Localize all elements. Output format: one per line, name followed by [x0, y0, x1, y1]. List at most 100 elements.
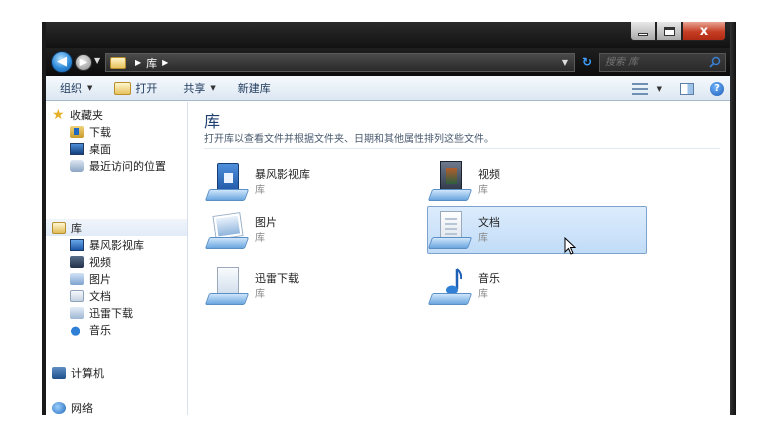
caret-down-icon: ▼	[87, 84, 93, 92]
search-input[interactable]	[600, 54, 700, 71]
new-library-button[interactable]: 新建库	[224, 76, 279, 101]
back-button[interactable]: ◀	[51, 51, 73, 73]
caret-down-icon: ▼	[656, 84, 662, 93]
library-type: 库	[478, 289, 488, 300]
help-icon[interactable]: ?	[710, 81, 724, 96]
sidebar-item-baofeng[interactable]: 暴风影视库	[46, 236, 187, 253]
library-folder-icon	[110, 56, 126, 69]
sidebar-item-label: 收藏夹	[70, 108, 103, 122]
breadcrumb-separator-icon[interactable]: ▶	[135, 58, 141, 67]
title-bar[interactable]: x	[46, 22, 730, 48]
sidebar-item-favorites[interactable]: ★ 收藏夹	[46, 106, 187, 123]
recent-pages-dropdown[interactable]: ▼	[94, 56, 100, 65]
close-icon: x	[699, 23, 709, 39]
library-tile-videos[interactable]: 视频 库	[427, 158, 647, 206]
page-title: 库	[204, 112, 221, 131]
maximize-icon	[663, 26, 675, 36]
video-library-icon	[70, 255, 84, 268]
library-type: 库	[478, 185, 488, 196]
forward-button[interactable]: ▶	[75, 54, 92, 71]
sidebar-item-music[interactable]: 音乐	[46, 321, 187, 338]
minimize-button[interactable]	[630, 22, 656, 41]
sidebar-item-label: 最近访问的位置	[89, 159, 166, 173]
library-name: 视频	[478, 168, 500, 181]
breadcrumb-libraries[interactable]: 库	[146, 55, 157, 71]
library-name: 音乐	[478, 272, 500, 285]
open-button[interactable]: 打开	[100, 76, 165, 101]
library-type: 库	[255, 233, 265, 244]
command-bar: 组织 ▼ 打开 共享 ▼ 新建库 ▼ ?	[46, 76, 730, 101]
library-type: 库	[255, 289, 265, 300]
library-tile-xunlei[interactable]: 迅雷下载 库	[204, 262, 424, 310]
sidebar-item-libraries[interactable]: 库	[46, 219, 187, 236]
organize-label: 组织	[60, 82, 82, 95]
sidebar-item-label: 音乐	[89, 323, 111, 337]
navigation-bar: ◀ ▶ ▼ ▶ 库 ▶ ▼ ↻	[46, 48, 730, 76]
pictures-library-icon	[204, 209, 251, 251]
explorer-window: x ◀ ▶ ▼ ▶ 库 ▶ ▼ ↻ 组织 ▼ 打开	[46, 22, 730, 415]
music-library-icon	[427, 265, 474, 307]
pictures-library-icon	[70, 272, 84, 285]
toolbar-right-group: ▼ ?	[628, 76, 730, 101]
mouse-cursor-icon	[564, 237, 577, 255]
library-type: 库	[255, 185, 265, 196]
forward-arrow-icon: ▶	[79, 57, 88, 68]
xunlei-library-icon	[204, 265, 251, 307]
views-icon	[631, 82, 648, 95]
organize-menu[interactable]: 组织 ▼	[46, 76, 100, 101]
preview-pane-icon[interactable]	[680, 82, 694, 95]
search-box[interactable]	[599, 53, 726, 72]
back-arrow-icon: ◀	[57, 54, 67, 69]
library-tile-pictures[interactable]: 图片 库	[204, 206, 424, 254]
sidebar-item-xunlei[interactable]: 迅雷下载	[46, 304, 187, 321]
library-name: 暴风影视库	[255, 168, 310, 181]
xunlei-library-icon	[70, 306, 84, 319]
libraries-icon	[52, 221, 66, 234]
library-name: 迅雷下载	[255, 272, 299, 285]
minimize-icon	[638, 33, 648, 36]
star-icon: ★	[52, 106, 65, 123]
address-bar[interactable]: ▶ 库 ▶ ▼	[105, 53, 575, 72]
sidebar-item-documents[interactable]: 文档	[46, 287, 187, 304]
sidebar-item-videos[interactable]: 视频	[46, 253, 187, 270]
address-history-dropdown[interactable]: ▼	[562, 58, 568, 67]
sidebar-item-label: 计算机	[71, 366, 104, 380]
refresh-icon: ↻	[581, 55, 593, 69]
library-tile-music[interactable]: 音乐 库	[427, 262, 647, 310]
sidebar-item-label: 网络	[71, 401, 93, 415]
baofeng-library-icon	[204, 161, 251, 203]
sidebar-item-label: 迅雷下载	[89, 306, 133, 320]
maximize-button[interactable]	[656, 22, 682, 41]
sidebar-item-downloads[interactable]: 下载	[46, 123, 187, 140]
search-icon[interactable]	[709, 56, 721, 68]
library-tile-documents[interactable]: 文档 库	[427, 206, 647, 254]
refresh-button[interactable]: ↻	[577, 55, 597, 71]
breadcrumb-separator-icon[interactable]: ▶	[162, 58, 168, 67]
sidebar-item-recent-places[interactable]: 最近访问的位置	[46, 157, 187, 174]
documents-library-icon	[427, 209, 474, 251]
change-view-button[interactable]: ▼	[628, 76, 666, 101]
video-library-icon	[427, 161, 474, 203]
sidebar-item-computer[interactable]: 计算机	[46, 364, 187, 381]
new-library-label: 新建库	[237, 82, 271, 95]
library-type: 库	[478, 233, 488, 244]
sidebar-item-pictures[interactable]: 图片	[46, 270, 187, 287]
sidebar-item-label: 下载	[89, 125, 111, 139]
sidebar-item-network[interactable]: 网络	[46, 399, 187, 415]
navigation-pane: ★ 收藏夹 下载 桌面 最近访问的位置 库 暴风影视库 视频 图片 文档 迅雷下…	[46, 102, 188, 415]
network-icon	[52, 401, 66, 414]
library-tile-baofeng[interactable]: 暴风影视库 库	[204, 158, 424, 206]
sidebar-item-label: 图片	[89, 272, 111, 286]
close-button[interactable]: x	[682, 22, 726, 41]
share-menu[interactable]: 共享 ▼	[165, 76, 223, 101]
library-name: 文档	[478, 216, 500, 229]
content-pane: 库 打开库以查看文件并根据文件夹、日期和其他属性排列这些文件。 暴风影视库 库 …	[189, 102, 730, 415]
sidebar-item-desktop[interactable]: 桌面	[46, 140, 187, 157]
library-name: 图片	[255, 216, 277, 229]
open-folder-icon	[114, 81, 132, 95]
sidebar-item-label: 文档	[89, 289, 111, 303]
download-folder-icon	[70, 125, 84, 138]
header-divider	[204, 148, 720, 149]
baofeng-library-icon	[70, 238, 84, 251]
open-label: 打开	[135, 82, 158, 95]
